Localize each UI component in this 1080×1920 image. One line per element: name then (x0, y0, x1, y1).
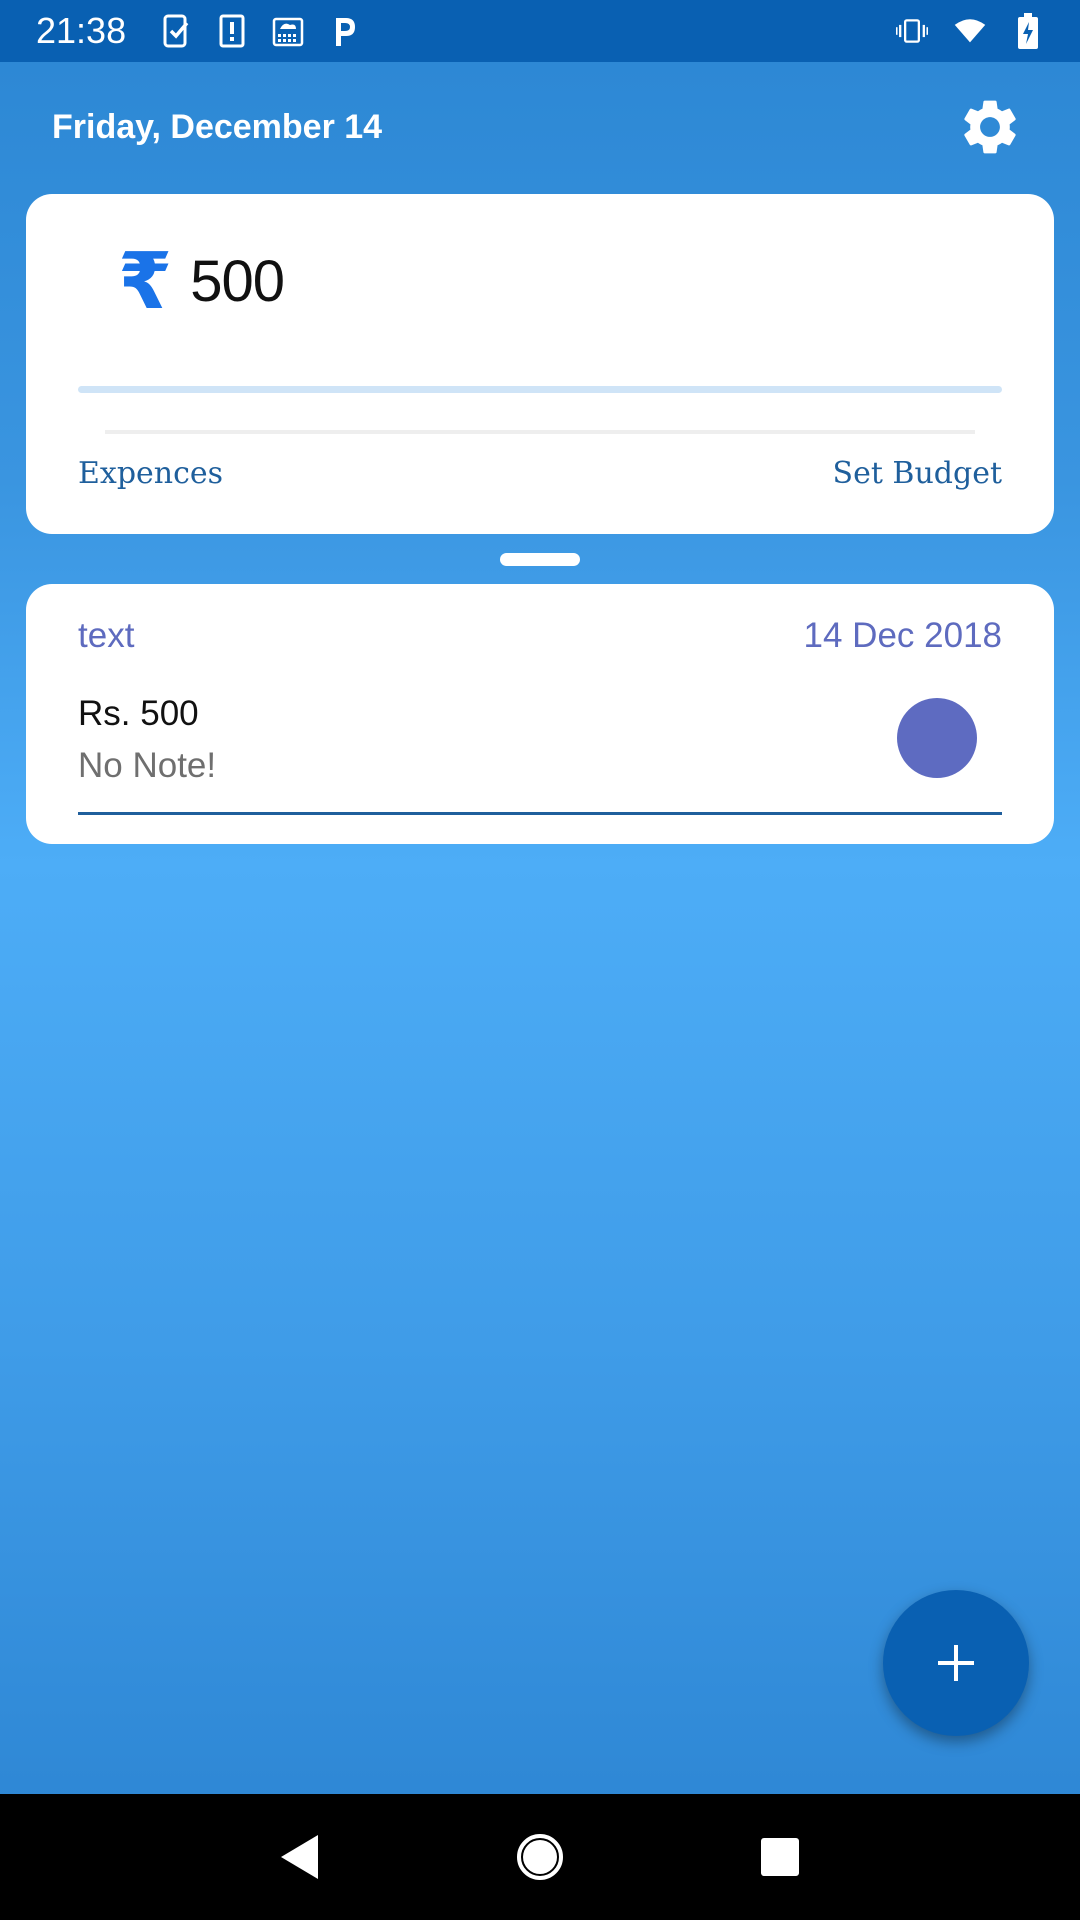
app-header: Friday, December 14 (0, 62, 1080, 192)
status-bar: 21:38 (0, 0, 1080, 62)
expense-list-item[interactable]: text 14 Dec 2018 Rs. 500 No Note! (26, 584, 1054, 844)
back-icon (281, 1835, 318, 1879)
home-icon (517, 1834, 563, 1880)
expense-date: 14 Dec 2018 (803, 616, 1002, 655)
budget-amount: 500 (190, 248, 285, 314)
rupee-icon: ₹ (118, 237, 173, 325)
budget-progress-fill (78, 386, 1002, 393)
set-budget-button[interactable]: Set Budget (833, 456, 1002, 491)
expense-category: text (78, 616, 135, 655)
expences-button[interactable]: Expences (78, 456, 223, 491)
expense-underline (78, 812, 1002, 815)
budget-progress-bar (78, 386, 1002, 393)
expense-color-dot (897, 698, 977, 778)
home-button[interactable] (510, 1827, 570, 1887)
alert-icon (216, 14, 248, 48)
back-button[interactable] (270, 1827, 330, 1887)
recents-button[interactable] (750, 1827, 810, 1887)
cloud-calendar-icon (272, 14, 304, 48)
system-icons (896, 13, 1044, 49)
battery-charging-icon (1012, 13, 1044, 49)
vibrate-icon (896, 14, 928, 48)
gear-icon (964, 100, 1016, 154)
page-title: Friday, December 14 (52, 107, 383, 146)
add-expense-button[interactable] (883, 1590, 1029, 1736)
settings-button[interactable] (952, 89, 1028, 165)
notification-icons (160, 14, 360, 48)
wifi-icon (954, 14, 986, 48)
expense-note: No Note! (78, 746, 217, 785)
expense-amount: Rs. 500 (78, 694, 199, 733)
plus-icon (938, 1645, 974, 1681)
status-time: 21:38 (36, 10, 127, 51)
budget-amount-row: ₹ 500 (118, 237, 285, 325)
navigation-bar (0, 1794, 1080, 1920)
divider (105, 430, 975, 434)
parking-icon (328, 14, 360, 48)
budget-card: ₹ 500 Expences Set Budget (26, 194, 1054, 534)
drag-handle[interactable] (500, 553, 580, 566)
task-check-icon (160, 14, 192, 48)
recents-icon (761, 1838, 799, 1876)
